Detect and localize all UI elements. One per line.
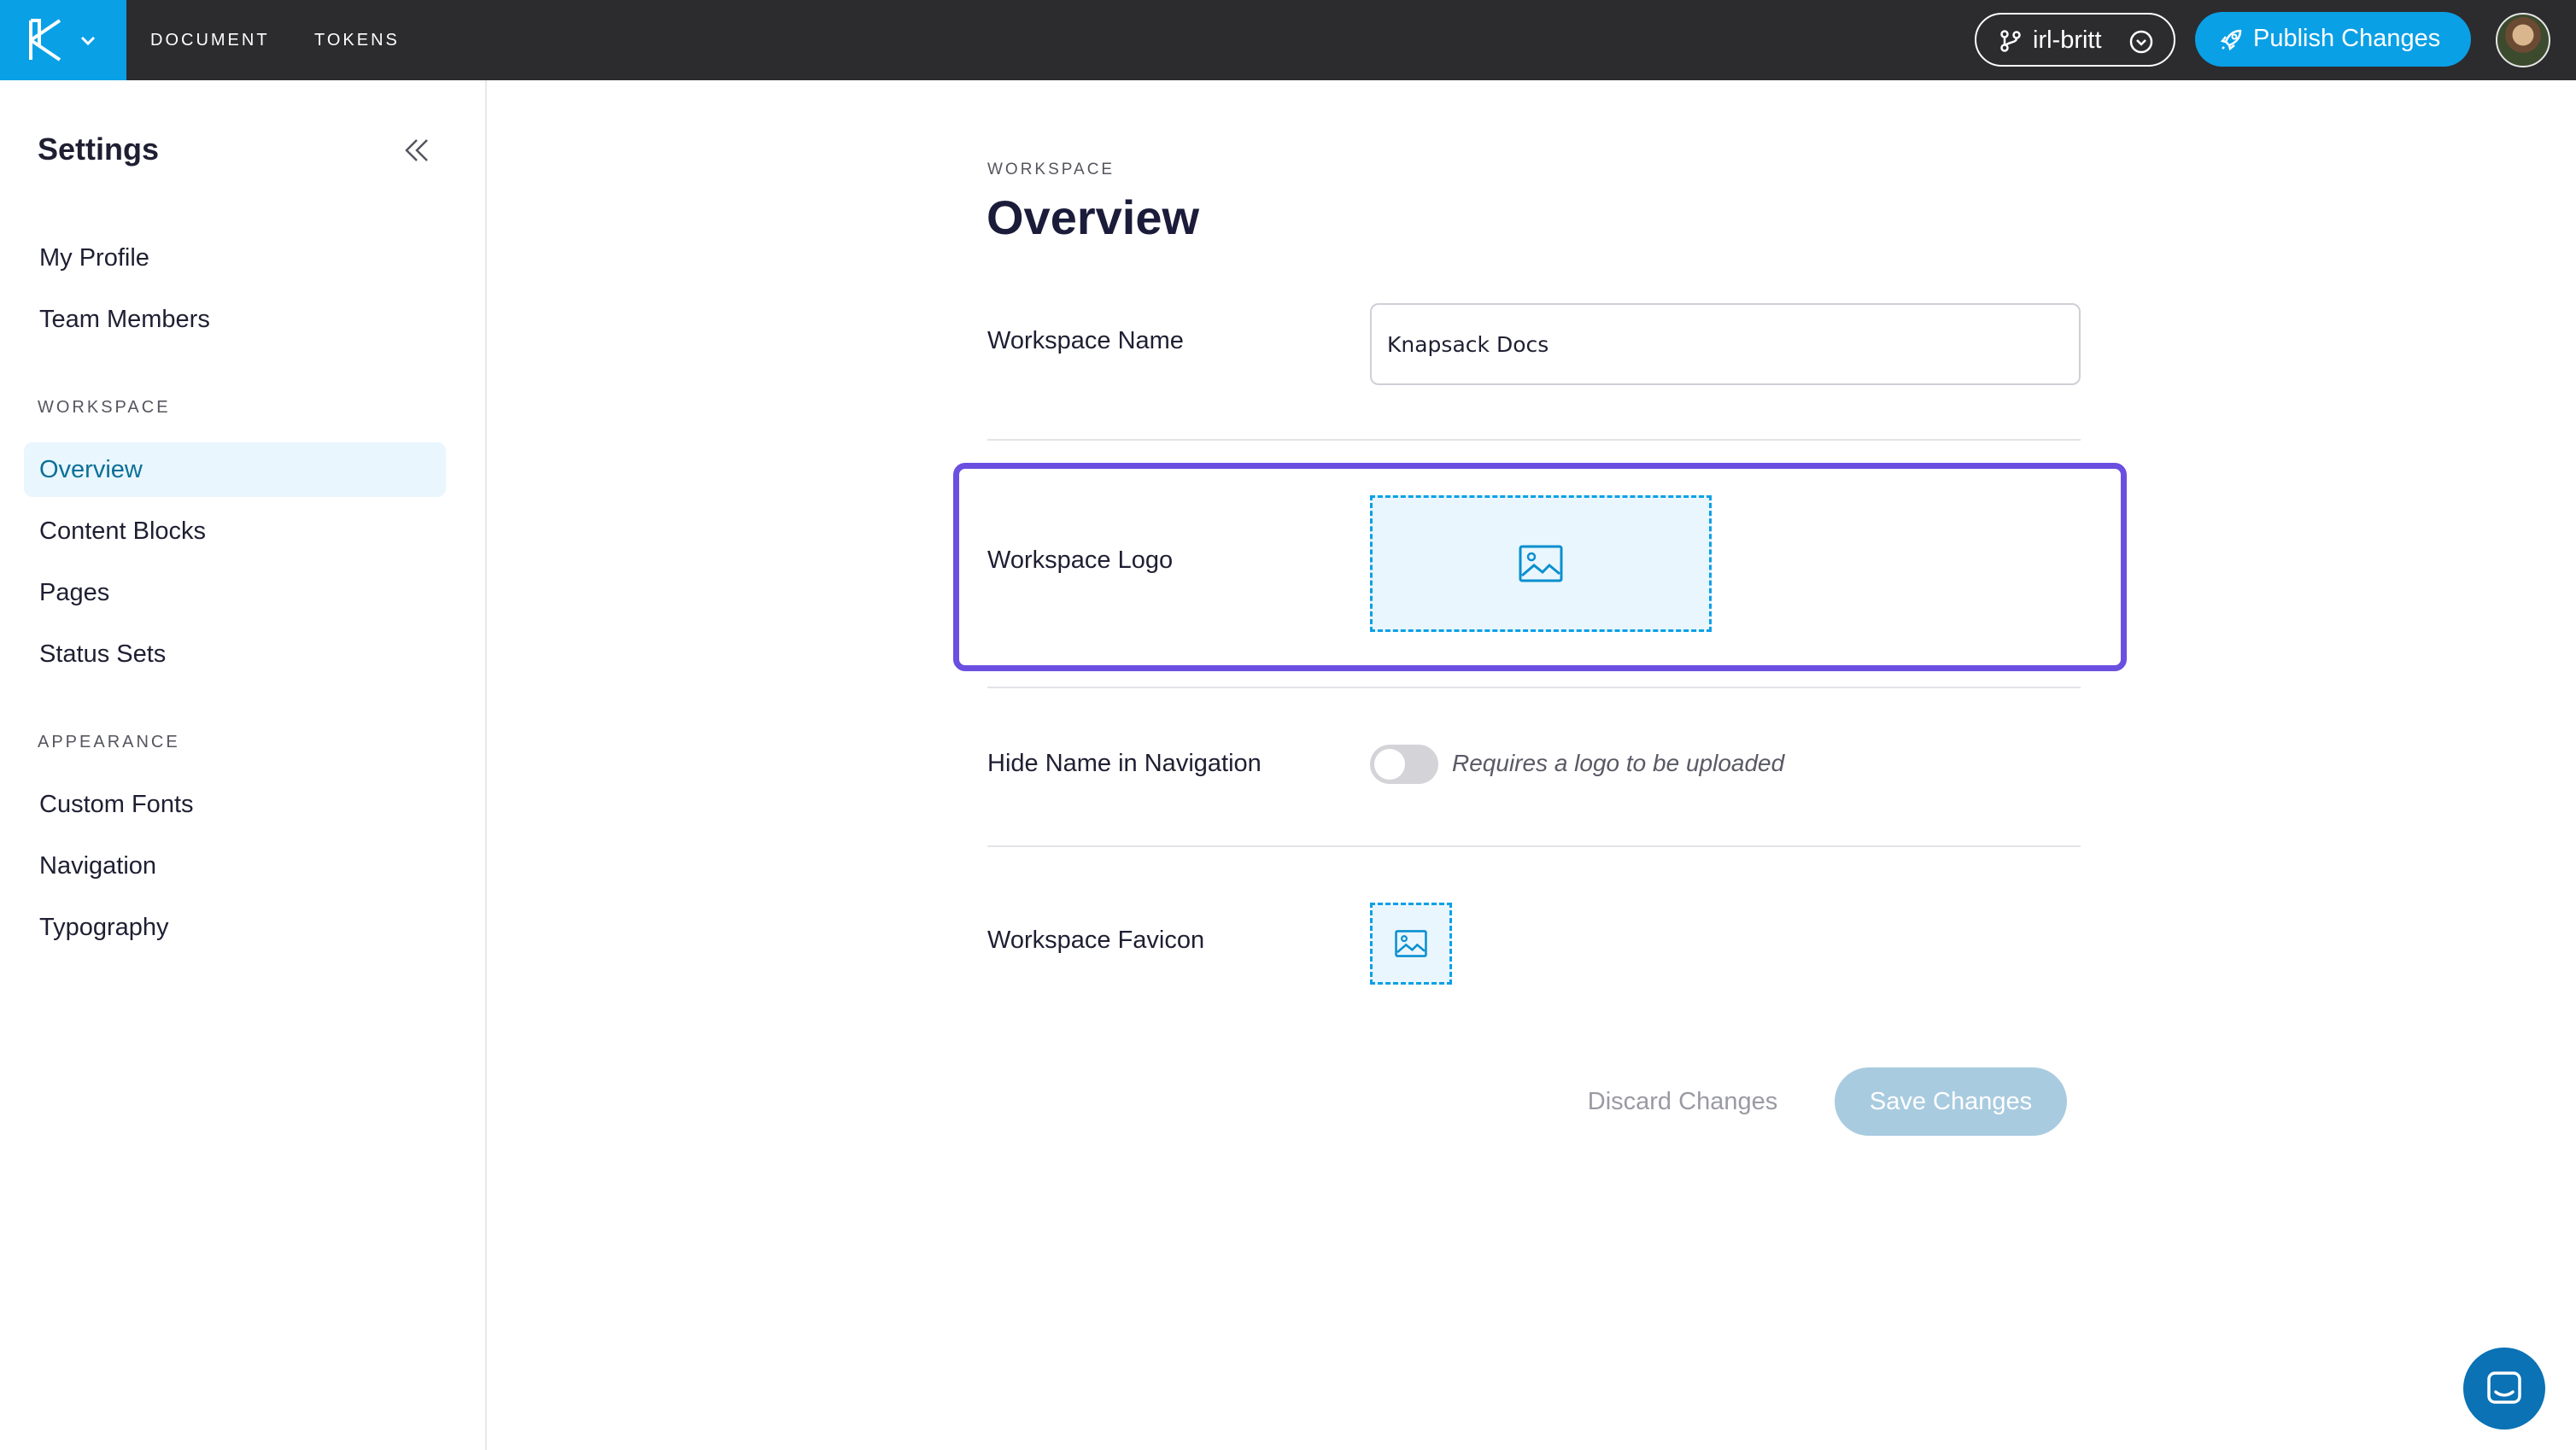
sidebar-item-overview[interactable]: Overview [24, 442, 446, 497]
toggle-knob [1374, 749, 1405, 780]
chevron-circle-down-icon [2129, 30, 2153, 54]
sidebar-item-team-members[interactable]: Team Members [24, 292, 446, 347]
section-eyebrow: WORKSPACE [987, 161, 1115, 178]
publish-changes-button[interactable]: Publish Changes [2195, 12, 2471, 67]
save-changes-button[interactable]: Save Changes [1835, 1067, 2067, 1136]
branch-name: irl-britt [2033, 26, 2102, 54]
sidebar-item-typography[interactable]: Typography [24, 900, 446, 955]
sidebar-item-custom-fonts[interactable]: Custom Fonts [24, 777, 446, 832]
workspace-switcher-button[interactable] [0, 0, 126, 80]
tab-document[interactable]: DOCUMENT [150, 0, 270, 80]
tab-tokens[interactable]: TOKENS [314, 0, 400, 80]
workspace-favicon-label: Workspace Favicon [987, 927, 1205, 954]
chat-icon [2487, 1371, 2521, 1404]
workspace-favicon-upload[interactable] [1370, 903, 1452, 985]
sidebar-title: Settings [38, 132, 160, 167]
branch-selector[interactable]: irl-britt [1975, 13, 2175, 67]
hide-name-toggle[interactable] [1370, 745, 1438, 784]
sidebar-section-appearance: APPEARANCE [38, 733, 180, 751]
divider [987, 439, 2081, 441]
git-branch-icon [2000, 30, 2021, 52]
image-icon [1395, 930, 1427, 957]
hide-name-label: Hide Name in Navigation [987, 750, 1262, 777]
divider [987, 845, 2081, 847]
workspace-name-input[interactable] [1370, 303, 2081, 385]
workspace-name-label: Workspace Name [987, 327, 1184, 354]
sidebar-item-pages[interactable]: Pages [24, 565, 446, 620]
image-icon [1519, 545, 1563, 582]
collapse-double-chevron-icon[interactable] [401, 135, 432, 166]
chevron-down-icon [80, 36, 96, 46]
discard-changes-button[interactable]: Discard Changes [1572, 1067, 1794, 1136]
sidebar-section-workspace: WORKSPACE [38, 398, 171, 417]
avatar[interactable] [2496, 13, 2550, 67]
top-bar: DOCUMENT TOKENS irl-britt Publish Change… [0, 0, 2576, 80]
page-title: Overview [986, 190, 1200, 244]
rocket-icon [2220, 29, 2242, 51]
chat-launcher-button[interactable] [2463, 1348, 2545, 1430]
workspace-logo-upload[interactable] [1370, 495, 1712, 632]
knapsack-logo-icon [29, 19, 61, 61]
sidebar-item-navigation[interactable]: Navigation [24, 839, 446, 893]
sidebar-item-content-blocks[interactable]: Content Blocks [24, 504, 446, 558]
sidebar-item-status-sets[interactable]: Status Sets [24, 627, 446, 681]
hide-name-hint: Requires a logo to be uploaded [1452, 750, 1785, 776]
workspace-logo-label: Workspace Logo [987, 547, 1174, 574]
sidebar-item-my-profile[interactable]: My Profile [24, 231, 446, 285]
divider [987, 687, 2081, 688]
publish-label: Publish Changes [2253, 25, 2441, 52]
settings-sidebar: Settings My Profile Team Members WORKSPA… [0, 80, 487, 1450]
